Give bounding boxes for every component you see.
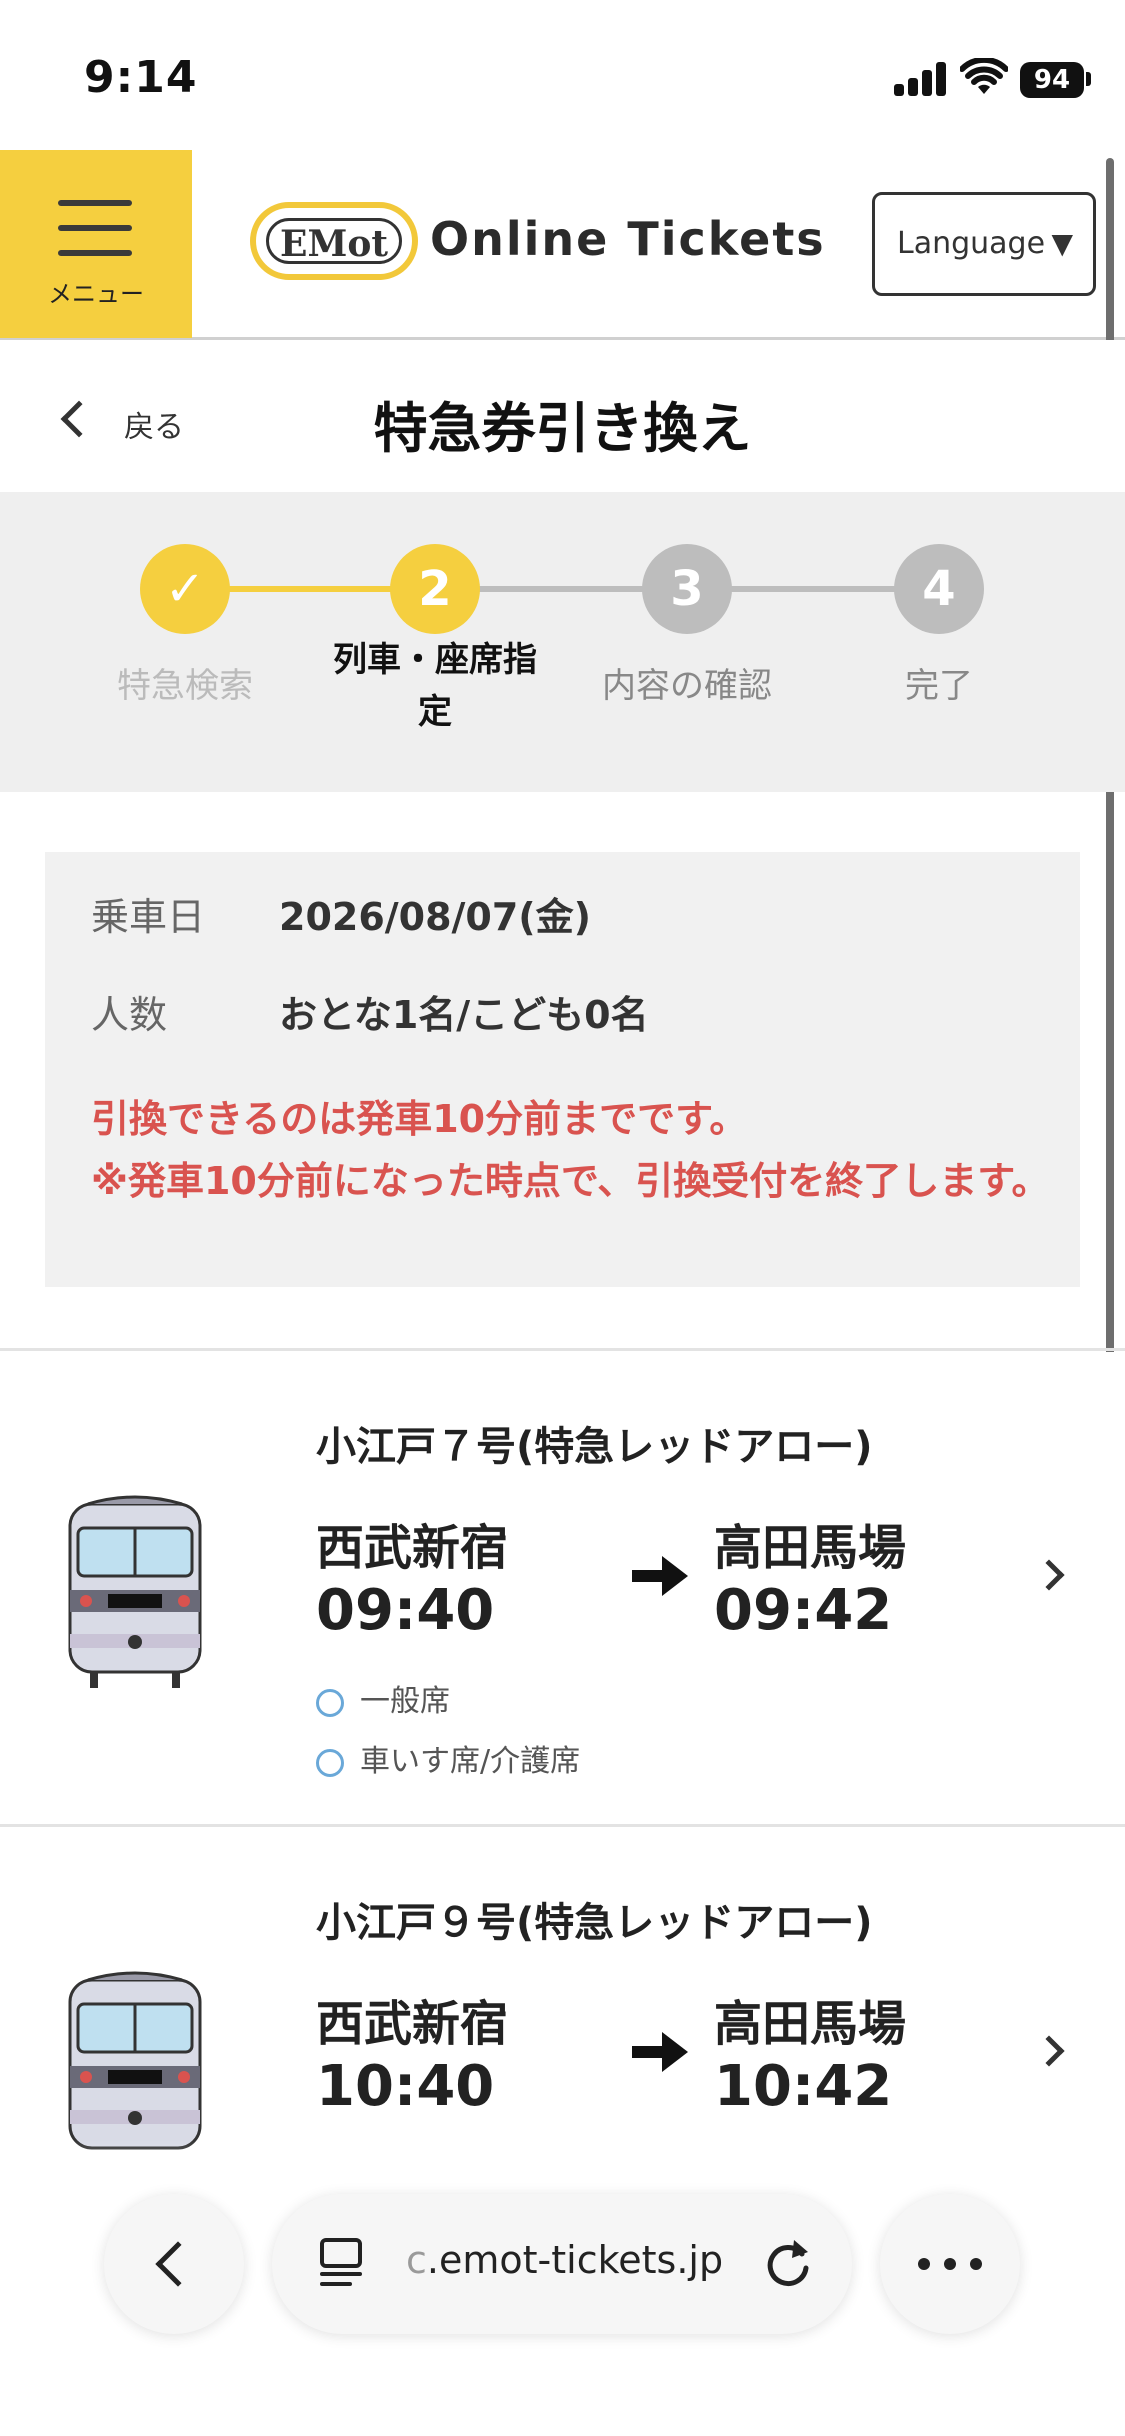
status-time: 9:14: [84, 52, 198, 103]
radio-icon: [316, 1688, 344, 1717]
seat-option-label: 一般席: [360, 1684, 450, 1719]
battery-indicator: 94: [1020, 62, 1084, 98]
train-name: 小江戸９号(特急レッドアロー): [316, 1900, 873, 1946]
step-1-label: 特急検索: [117, 666, 253, 706]
notice-line-2: ※発車10分前になった時点で、引換受付を終了します。: [91, 1159, 1050, 1203]
language-select[interactable]: Language ▼: [872, 192, 1096, 296]
reload-icon[interactable]: [762, 2236, 814, 2292]
more-options-icon: [918, 2258, 982, 2270]
logo-badge[interactable]: EMot: [250, 202, 418, 280]
url-domain: .emot-tickets.jp: [426, 2238, 724, 2282]
step-2-label: 列車・座席指定: [333, 640, 537, 732]
divider: [0, 1348, 1125, 1351]
battery-tip: [1086, 72, 1091, 86]
chevron-right-icon: [1033, 2035, 1065, 2067]
notice-line-1: 引換できるのは発車10分前までです。: [91, 1097, 748, 1141]
language-label: Language: [897, 226, 1046, 261]
boarding-date-value: 2026/08/07(金): [279, 895, 592, 939]
step-3-label: 内容の確認: [602, 666, 772, 706]
step-4-number: 4: [894, 544, 984, 634]
arrow-right-icon: [632, 2032, 688, 2072]
title-row: 戻る 特急券引き換え: [0, 340, 1125, 492]
step-2-number: 2: [390, 544, 480, 634]
arrival-station: 高田馬場: [714, 1520, 907, 1576]
wifi-icon: [960, 58, 1008, 94]
arrival-time: 10:42: [714, 2054, 893, 2119]
departure-time: 09:40: [316, 1578, 495, 1643]
progress-stepper: ✓ 2 3 4 特急検索 列車・座席指定 内容の確認 完了: [0, 492, 1125, 792]
menu-button[interactable]: メニュー: [0, 150, 192, 338]
step-1-check-icon: ✓: [140, 544, 230, 634]
exchange-notice: 引換できるのは発車10分前までです。 ※発車10分前になった時点で、引換受付を終…: [91, 1088, 1051, 1212]
train-icon: [68, 1495, 202, 1688]
boarding-date-label: 乗車日: [91, 895, 206, 939]
train-name: 小江戸７号(特急レッドアロー): [316, 1424, 873, 1470]
seat-option-general[interactable]: 一般席: [316, 1676, 450, 1719]
address-bar[interactable]: c.emot-tickets.jp: [272, 2194, 852, 2334]
passengers-label: 人数: [91, 993, 168, 1037]
divider: [0, 1824, 1125, 1827]
logo-text[interactable]: Online Tickets: [430, 212, 826, 266]
radio-icon: [316, 1748, 344, 1777]
reader-mode-icon: [320, 2238, 362, 2286]
menu-label: メニュー: [48, 280, 144, 308]
train-option[interactable]: 小江戸７号(特急レッドアロー) 西武新宿 09:40 高田馬場 09:42 一般…: [0, 1352, 1125, 1822]
departure-time: 10:40: [316, 2054, 495, 2119]
passengers-value: おとな1名/こども0名: [279, 993, 649, 1037]
cellular-signal-icon: [894, 62, 946, 96]
chevron-right-icon: [1033, 1559, 1065, 1591]
page-title: 特急券引き換え: [373, 397, 752, 460]
hamburger-icon: [58, 200, 132, 256]
seat-option-label: 車いす席/介護席: [360, 1744, 581, 1779]
browser-back-button[interactable]: [104, 2194, 244, 2334]
url-text: c.emot-tickets.jp: [406, 2238, 723, 2282]
departure-station: 西武新宿: [316, 1996, 509, 2052]
departure-station: 西武新宿: [316, 1520, 509, 1576]
booking-info-box: 乗車日 2026/08/07(金) 人数 おとな1名/こども0名 引換できるのは…: [45, 852, 1080, 1287]
seat-option-wheelchair[interactable]: 車いす席/介護席: [316, 1736, 581, 1779]
url-prefix: c: [406, 2238, 427, 2282]
dropdown-arrow-icon: ▼: [1051, 227, 1073, 260]
chevron-left-icon: [155, 2241, 201, 2287]
arrow-right-icon: [632, 1556, 688, 1596]
status-bar: 9:14 94: [0, 0, 1125, 150]
site-header: メニュー EMot Online Tickets Language ▼: [0, 150, 1125, 340]
browser-more-button[interactable]: [880, 2194, 1020, 2334]
logo-badge-text: EMot: [266, 218, 402, 265]
step-3-number: 3: [642, 544, 732, 634]
step-4-label: 完了: [905, 666, 973, 706]
arrival-station: 高田馬場: [714, 1996, 907, 2052]
arrival-time: 09:42: [714, 1578, 893, 1643]
